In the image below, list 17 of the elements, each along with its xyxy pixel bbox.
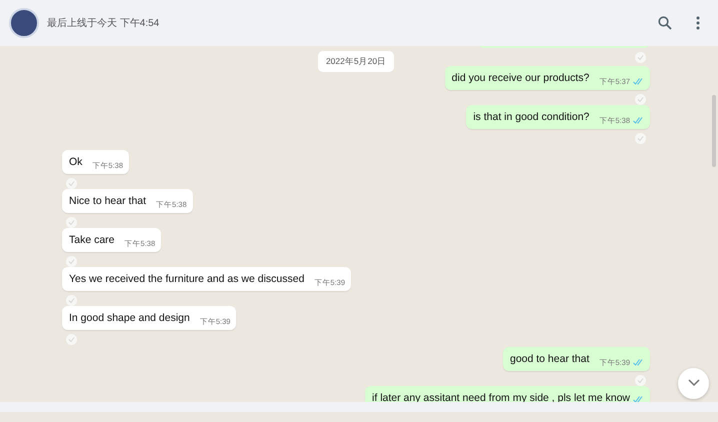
scroll-down-button[interactable] xyxy=(678,368,709,399)
reaction-icon[interactable] xyxy=(66,256,77,267)
chevron-down-icon xyxy=(688,379,700,388)
avatar[interactable] xyxy=(9,8,39,38)
menu-icon[interactable] xyxy=(696,16,700,30)
date-chip: 2022年5月20日 xyxy=(318,51,394,72)
reaction-icon[interactable] xyxy=(66,334,77,345)
last-seen-status: 最后上线于今天 下午4:54 xyxy=(47,16,160,31)
reaction-icon[interactable] xyxy=(635,94,646,105)
reaction-icon[interactable] xyxy=(66,294,77,306)
reaction-icon[interactable] xyxy=(635,52,646,63)
scrollbar[interactable] xyxy=(712,95,716,167)
reaction-icon[interactable] xyxy=(635,132,646,144)
reaction-icon[interactable] xyxy=(66,216,77,228)
reaction-icon[interactable] xyxy=(635,374,646,386)
reaction-icon[interactable] xyxy=(66,178,77,189)
search-icon[interactable] xyxy=(658,16,672,30)
